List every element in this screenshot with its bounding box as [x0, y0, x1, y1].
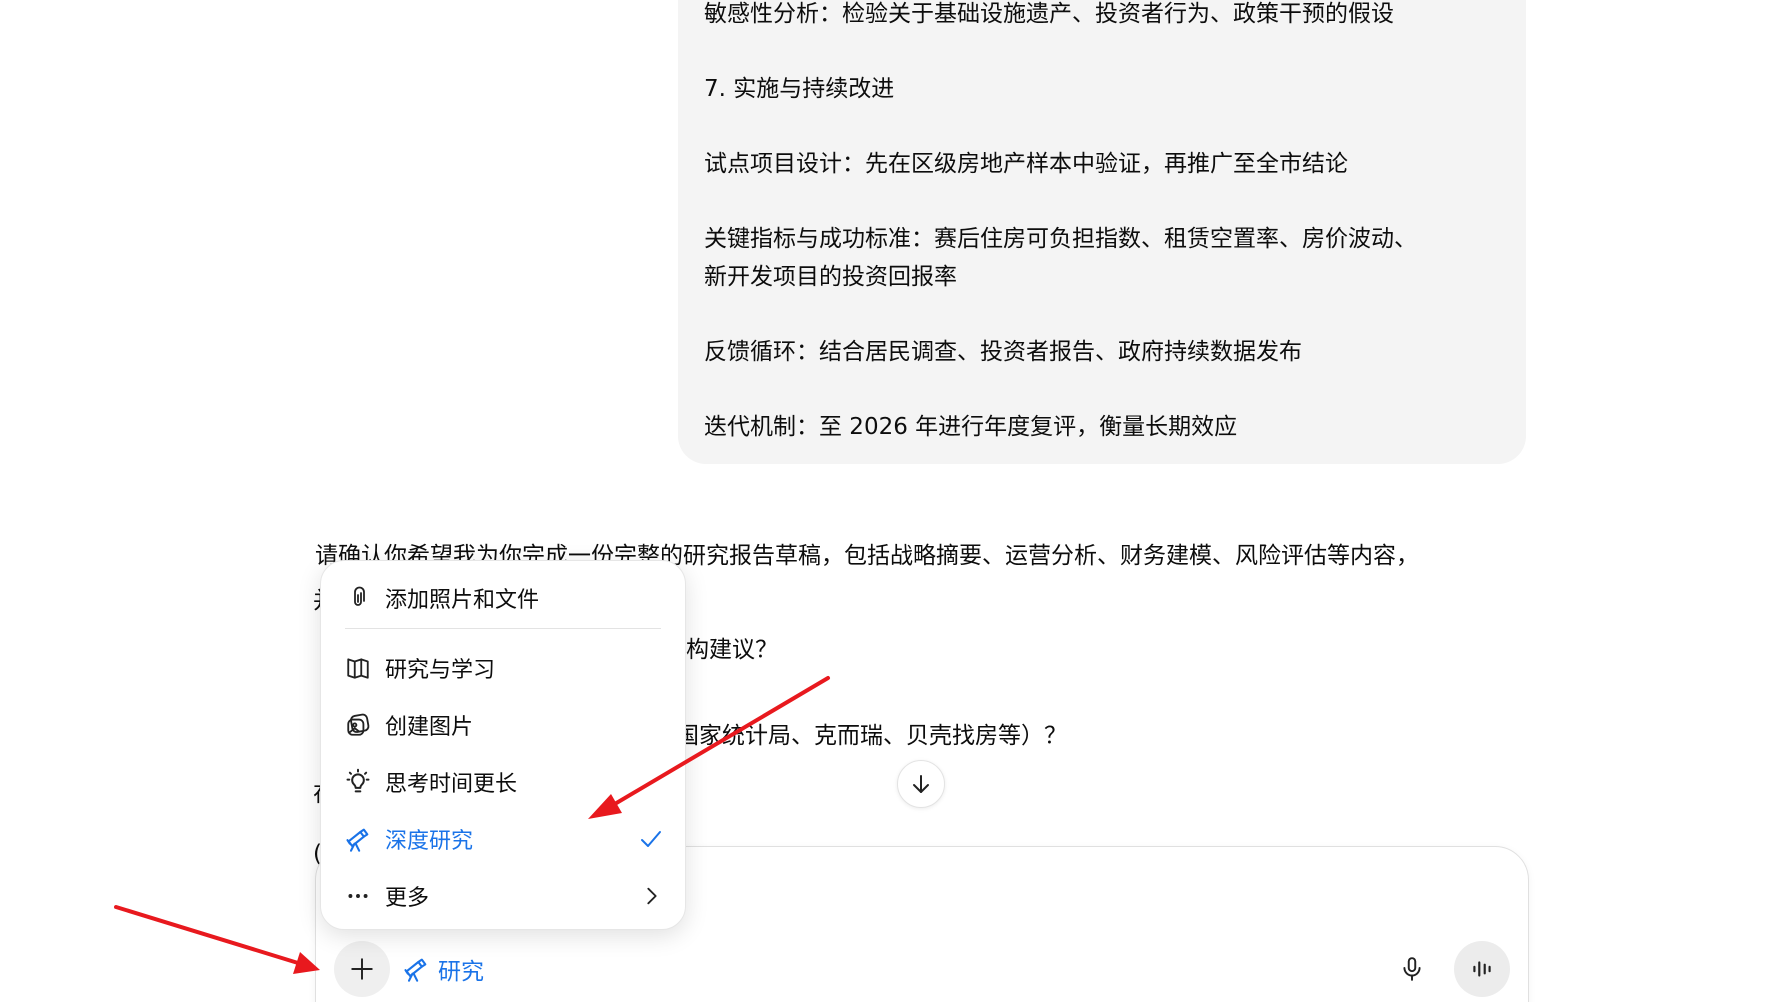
chat-page: 敏感性分析：检验关于基础设施遗产、投资者行为、政策干预的假设 7. 实施与持续改… — [0, 0, 1771, 1002]
menu-item-label: 深度研究 — [385, 829, 474, 854]
checkmark-icon — [639, 827, 663, 851]
add-button[interactable] — [334, 941, 390, 997]
message-bubble: 敏感性分析：检验关于基础设施遗产、投资者行为、政策干预的假设 7. 实施与持续改… — [678, 0, 1526, 464]
menu-item-label: 添加照片和文件 — [385, 588, 540, 613]
menu-item-label: 创建图片 — [385, 715, 474, 740]
bubble-line: 新开发项目的投资回报率 — [704, 264, 957, 290]
lightbulb-icon — [343, 767, 373, 797]
plus-icon — [351, 958, 373, 980]
bubble-line: 关键指标与成功标准：赛后住房可负担指数、租赁空置率、房价波动、 — [704, 226, 1417, 252]
menu-item-create-image[interactable]: 创建图片 — [343, 700, 663, 750]
response-line: 构建议？ — [686, 637, 778, 663]
bubble-line: 敏感性分析：检验关于基础设施遗产、投资者行为、政策干预的假设 — [704, 1, 1394, 27]
menu-item-think-longer[interactable]: 思考时间更长 — [343, 757, 663, 807]
annotation-arrow-add-button — [114, 905, 320, 974]
menu-item-label: 研究与学习 — [385, 658, 496, 683]
waveform-icon — [1473, 961, 1491, 977]
voice-mode-button[interactable] — [1454, 941, 1510, 997]
attachment-menu: 添加照片和文件 研究与学习 创建图片 思考时间更长 深度研究 更多 — [320, 560, 686, 930]
research-mode-button[interactable]: 研究 — [402, 951, 484, 987]
microphone-button[interactable] — [1388, 945, 1436, 993]
menu-item-add-files[interactable]: 添加照片和文件 — [343, 573, 663, 623]
bubble-line: 7. 实施与持续改进 — [704, 76, 895, 102]
menu-item-more[interactable]: 更多 — [343, 871, 663, 921]
bubble-line: 试点项目设计：先在区级房地产样本中验证，再推广至全市结论 — [704, 151, 1348, 177]
menu-item-study[interactable]: 研究与学习 — [343, 643, 663, 693]
menu-item-deep-research[interactable]: 深度研究 — [343, 814, 663, 864]
microphone-icon — [1403, 957, 1421, 981]
telescope-icon — [404, 958, 427, 982]
paperclip-icon — [343, 583, 373, 613]
telescope-icon — [343, 824, 373, 854]
bubble-line: 反馈循环：结合居民调查、投资者报告、政府持续数据发布 — [704, 339, 1302, 365]
chevron-right-icon — [641, 885, 663, 907]
book-icon — [343, 653, 373, 683]
scroll-down-button[interactable] — [897, 760, 945, 808]
bubble-line: 迭代机制：至 2026 年进行年度复评，衡量长期效应 — [704, 414, 1238, 440]
menu-item-label: 思考时间更长 — [385, 772, 518, 797]
response-line: 国家统计局、克而瑞、贝壳找房等）？ — [676, 723, 1067, 749]
menu-item-label: 更多 — [385, 886, 430, 911]
arrow-down-icon — [913, 775, 929, 793]
menu-divider — [345, 628, 661, 629]
research-mode-label: 研究 — [438, 959, 484, 985]
image-icon — [343, 710, 373, 740]
ellipsis-icon — [343, 881, 373, 911]
